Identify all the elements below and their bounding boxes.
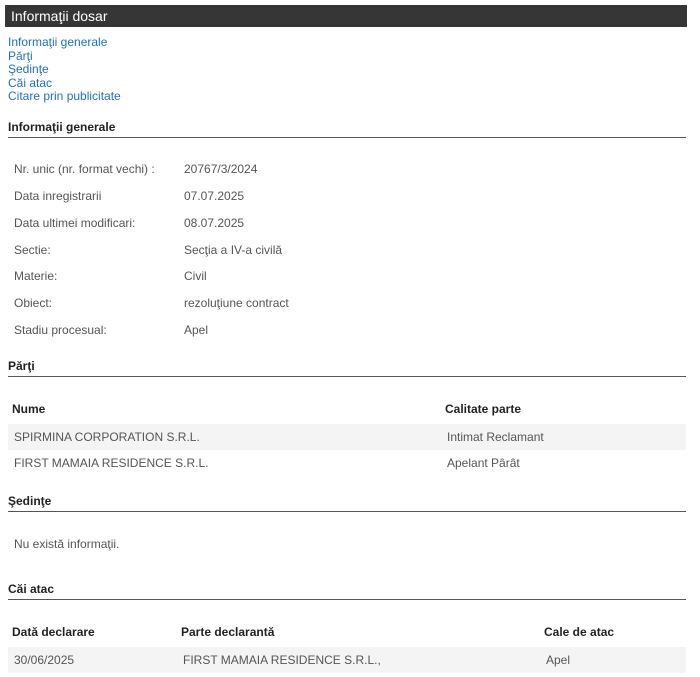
column-header-nume: Nume xyxy=(12,402,46,416)
info-value: Apel xyxy=(184,323,209,337)
nav-link-sedinte[interactable]: Şedinţe xyxy=(8,62,121,77)
cell-data-declarare: 30/06/2025 xyxy=(14,653,75,667)
column-header-calitate-parte: Calitate parte xyxy=(445,402,522,416)
info-value: 08.07.2025 xyxy=(184,216,245,230)
info-label: Obiect: xyxy=(14,296,53,310)
nav-link-cai-atac[interactable]: Căi atac xyxy=(8,76,121,91)
section-heading-parti: Părţi xyxy=(8,359,686,377)
info-value: 07.07.2025 xyxy=(184,189,245,203)
section-heading-sedinte: Şedinţe xyxy=(8,494,686,512)
info-label: Data ultimei modificari: xyxy=(14,216,136,230)
cell-parte-declaranta: FIRST MAMAIA RESIDENCE S.R.L., xyxy=(183,653,381,667)
info-row-sectie: Sectie: Secţia a IV-a civilă xyxy=(14,241,686,259)
info-value: Civil xyxy=(184,269,207,283)
info-value: rezoluţiune contract xyxy=(184,296,289,310)
section-heading-cai-atac: Căi atac xyxy=(8,582,686,600)
nav-link-citare-prin-publicitate[interactable]: Citare prin publicitate xyxy=(8,89,121,104)
info-label: Stadiu procesual: xyxy=(14,323,107,337)
table-row: SPIRMINA CORPORATION S.R.L. Intimat Recl… xyxy=(8,424,686,450)
page: Informaţii dosar Informaţii generale Păr… xyxy=(0,0,700,677)
info-row-nr-unic: Nr. unic (nr. format vechi) : 20767/3/20… xyxy=(14,160,686,178)
panel-title: Informaţii dosar xyxy=(5,5,687,27)
column-header-parte-declaranta: Parte declarantă xyxy=(181,625,275,639)
cell-calitate: Intimat Reclamant xyxy=(447,430,544,444)
parti-table-header: Nume Calitate parte xyxy=(8,398,686,420)
info-row-materie: Materie: Civil xyxy=(14,267,686,285)
section-heading-informatii-generale: Informaţii generale xyxy=(8,120,686,138)
cai-atac-table-header: Dată declarare Parte declarantă Cale de … xyxy=(8,621,686,643)
info-label: Sectie: xyxy=(14,243,51,257)
info-label: Materie: xyxy=(14,269,58,283)
info-row-stadiu-procesual: Stadiu procesual: Apel xyxy=(14,321,686,339)
info-row-obiect: Obiect: rezoluţiune contract xyxy=(14,294,686,312)
info-label: Data inregistrarii xyxy=(14,189,102,203)
info-value: 20767/3/2024 xyxy=(184,162,258,176)
cell-calitate: Apelant Pârât xyxy=(447,456,520,470)
column-header-cale-de-atac: Cale de atac xyxy=(544,625,615,639)
table-row: FIRST MAMAIA RESIDENCE S.R.L. Apelant Pâ… xyxy=(8,450,686,476)
nav-link-parti[interactable]: Părţi xyxy=(8,49,121,64)
cell-nume: SPIRMINA CORPORATION S.R.L. xyxy=(14,430,200,444)
info-value: Secţia a IV-a civilă xyxy=(184,243,283,257)
info-row-data-ultimei-modificari: Data ultimei modificari: 08.07.2025 xyxy=(14,214,686,232)
section-nav: Informaţii generale Părţi Şedinţe Căi at… xyxy=(8,35,121,104)
column-header-data-declarare: Dată declarare xyxy=(12,625,95,639)
cell-nume: FIRST MAMAIA RESIDENCE S.R.L. xyxy=(14,456,209,470)
cell-cale-de-atac: Apel xyxy=(546,653,571,667)
info-row-data-inregistrarii: Data inregistrarii 07.07.2025 xyxy=(14,187,686,205)
info-label: Nr. unic (nr. format vechi) : xyxy=(14,162,155,176)
table-row: 30/06/2025 FIRST MAMAIA RESIDENCE S.R.L.… xyxy=(8,647,686,673)
sedinte-empty-message: Nu există informaţii. xyxy=(14,537,120,551)
nav-link-informatii-generale[interactable]: Informaţii generale xyxy=(8,35,121,50)
